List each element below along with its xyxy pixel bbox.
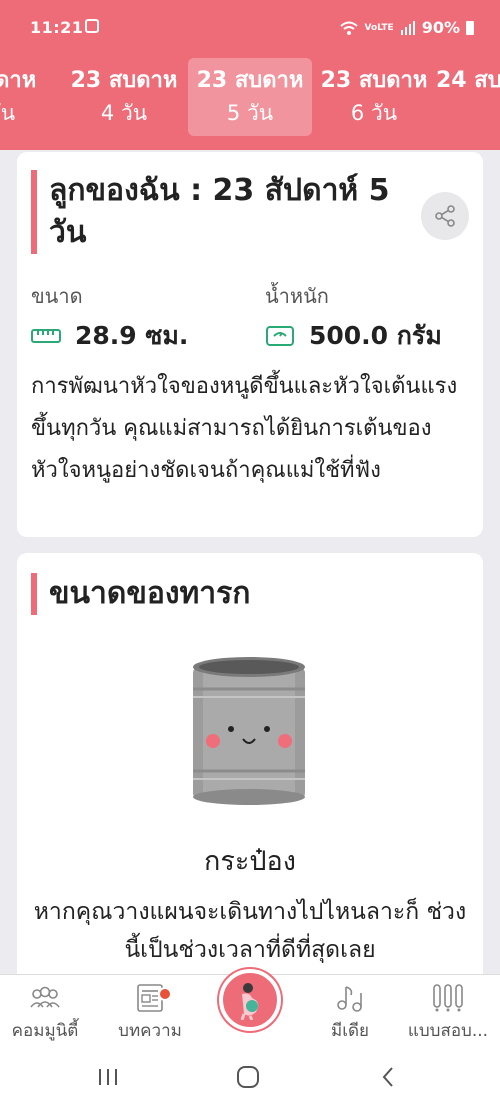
week-tab-line1: 23 สบดาห (320, 68, 428, 93)
week-tab-line2: 6 วัน (350, 101, 398, 125)
back-icon[interactable] (368, 1062, 408, 1092)
size-value: 28.9 ซม. (75, 321, 189, 350)
nav-articles[interactable]: บทความ (100, 983, 200, 1044)
system-nav-bar (0, 1044, 500, 1111)
wifi-icon (339, 21, 358, 35)
share-button[interactable] (421, 192, 469, 240)
baby-card-title: ลูกของฉัน : 23 สัปดาห์ 5 วัน (31, 170, 431, 254)
comparison-item-name: กระป๋อง (204, 846, 296, 877)
nav-media[interactable]: มีเดีย (300, 983, 400, 1044)
week-tab-line1: สบดาห (0, 68, 37, 93)
gallery-icon (85, 19, 99, 33)
share-icon (435, 205, 455, 227)
week-tab[interactable]: 23 สบดาห 6 วัน (312, 58, 436, 136)
size-label: ขนาด (31, 284, 83, 308)
week-tab[interactable]: 23 สบดาห 4 วัน (62, 58, 186, 136)
community-icon (30, 986, 60, 1008)
quiz-icon (433, 984, 463, 1012)
status-time: 11:21 (30, 18, 84, 37)
week-tab-line2: 5 วัน (226, 101, 274, 125)
battery-percent: 90% (421, 18, 460, 37)
size-card-title: ขนาดของทารก (31, 573, 431, 615)
week-tab-line2: วัน (0, 101, 16, 125)
signal-icon (400, 20, 415, 35)
ruler-icon (31, 329, 61, 343)
notification-badge (158, 987, 172, 1001)
app-header: 11:21 VoLTE 90% สบดาห วัน 23 สบดาห 4 วัน… (0, 0, 500, 150)
week-tab-line1: 23 สบดาห (70, 68, 178, 93)
week-tab-active[interactable]: 23 สบดาห 5 วัน (188, 58, 312, 136)
nav-media-label: มีเดีย (330, 1021, 370, 1041)
week-tab[interactable]: สบดาห วัน (0, 58, 64, 136)
week-tab-line2: 4 วัน (100, 101, 148, 125)
bottom-nav: คอมมูนิตี้ บทความ มีเดีย แบบสอบ... (0, 969, 500, 1044)
status-right: VoLTE 90% (339, 18, 474, 37)
size-stat: 28.9 ซม. (31, 316, 188, 356)
scale-icon (266, 326, 294, 346)
nav-pregnancy-home-button[interactable] (219, 969, 281, 1031)
week-tabs[interactable]: สบดาห วัน 23 สบดาห 4 วัน 23 สบดาห 5 วัน … (0, 58, 500, 136)
baby-size-card: ขนาดของทารก กระป๋อง หากคุณวางแผนจะเดินทา… (17, 553, 483, 993)
nav-quiz[interactable]: แบบสอบ... (398, 983, 498, 1044)
nav-articles-label: บทความ (118, 1021, 182, 1041)
baby-info-card: ลูกของฉัน : 23 สัปดาห์ 5 วัน ขนาด น้ำหนั… (17, 152, 483, 537)
week-tab-line1: 23 สบดาห (196, 68, 304, 93)
network-label: VoLTE (364, 22, 394, 33)
week-tab[interactable]: 24 สบ (436, 58, 500, 136)
recent-apps-icon[interactable] (88, 1062, 128, 1092)
weight-value: 500.0 กรัม (309, 321, 442, 350)
weight-stat: 500.0 กรัม (265, 316, 442, 356)
nav-quiz-label: แบบสอบ... (407, 1021, 489, 1041)
comparison-item-desc: หากคุณวางแผนจะเดินทางไปไหนลาะก็ ช่วงนี้เ… (33, 899, 467, 963)
media-icon (337, 986, 362, 1012)
can-illustration (187, 653, 311, 813)
nav-community-label: คอมมูนิตี้ (11, 1021, 79, 1041)
battery-icon (466, 20, 474, 35)
status-bar: 11:21 VoLTE 90% (0, 0, 500, 56)
notification-icons (85, 19, 99, 33)
weight-label: น้ำหนัก (265, 284, 329, 308)
pregnancy-icon (240, 983, 259, 1020)
home-icon[interactable] (228, 1062, 268, 1092)
week-tab-line1: 24 สบ (436, 68, 500, 93)
nav-community[interactable]: คอมมูนิตี้ (0, 983, 95, 1044)
baby-description: การพัฒนาหัวใจของหนูดีขึ้นและหัวใจเต้นแรง… (31, 374, 458, 483)
